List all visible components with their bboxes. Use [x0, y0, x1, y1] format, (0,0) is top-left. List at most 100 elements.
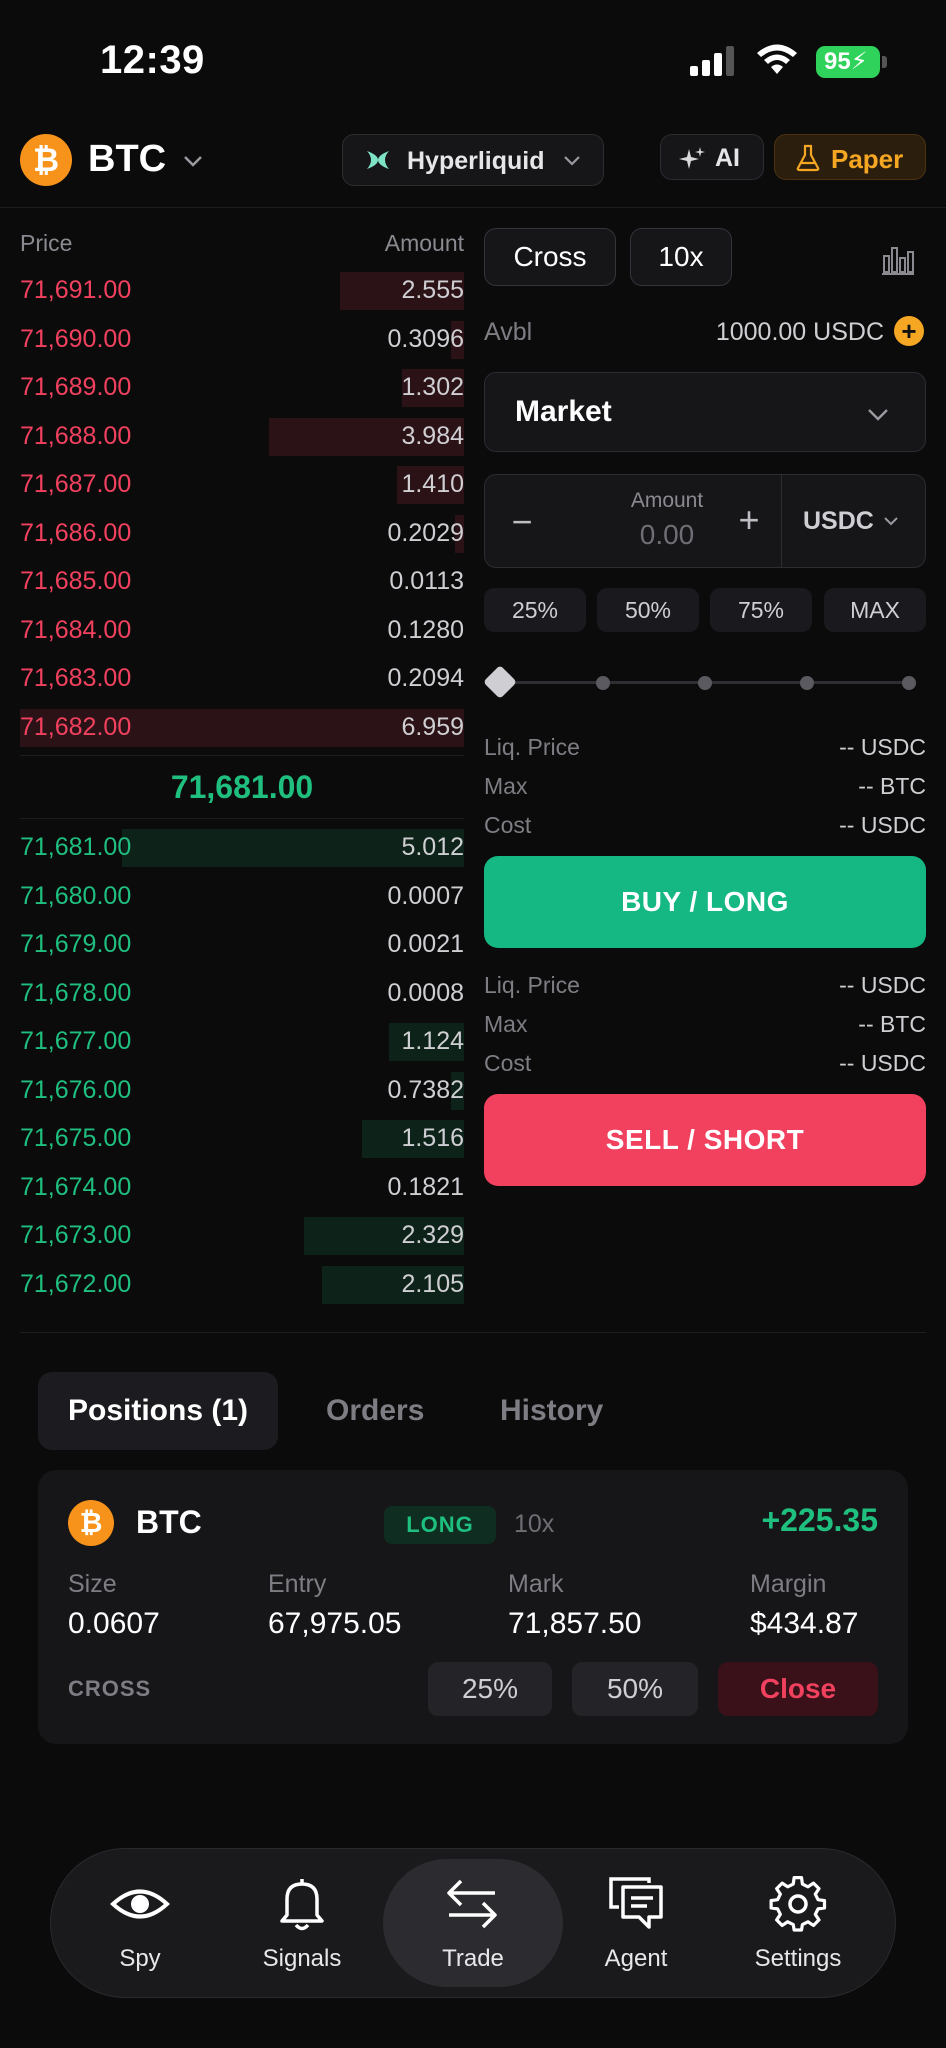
ask-row[interactable]: 71,683.00 0.2094 — [20, 654, 464, 703]
close-position-button[interactable]: Close — [718, 1662, 878, 1716]
position-symbol: BTC — [136, 1504, 202, 1540]
chat-icon — [609, 1877, 663, 1929]
chevron-down-icon — [564, 156, 580, 166]
bid-row[interactable]: 71,673.00 2.329 — [20, 1211, 464, 1260]
info-value: -- USDC — [839, 972, 926, 998]
ask-row[interactable]: 71,684.00 0.1280 — [20, 606, 464, 655]
order-price: 71,675.00 — [20, 1124, 132, 1152]
position-leverage: 10x — [514, 1510, 555, 1538]
bids-list: 71,681.00 5.012 71,680.00 0.0007 71,679.00 0.… — [20, 823, 464, 1308]
order-book: Price Amount 71,691.00 2.555 71,690.00 0.30… — [20, 222, 464, 1308]
nav-settings[interactable]: Settings — [723, 1849, 873, 1997]
ask-row[interactable]: 71,690.00 0.3096 — [20, 315, 464, 364]
order-type-select[interactable]: Market — [484, 372, 926, 452]
slider-step[interactable] — [800, 676, 814, 690]
bid-row[interactable]: 71,681.00 5.012 — [20, 823, 464, 872]
slider-step[interactable] — [902, 676, 916, 690]
amount-unit-selector[interactable]: USDC — [803, 507, 874, 536]
ask-row[interactable]: 71,687.00 1.410 — [20, 460, 464, 509]
chevron-down-icon[interactable] — [180, 148, 206, 174]
paper-trading-button[interactable]: Paper — [774, 134, 926, 180]
order-amount: 0.1821 — [387, 1172, 464, 1201]
ask-row[interactable]: 71,682.00 6.959 — [20, 703, 464, 752]
bottom-nav: Spy Signals Trade Agent Settings — [50, 1848, 896, 1998]
bid-row[interactable]: 71,678.00 0.0008 — [20, 969, 464, 1018]
ask-row[interactable]: 71,686.00 0.2029 — [20, 509, 464, 558]
close-25-button[interactable]: 25% — [428, 1662, 552, 1716]
nav-label: Signals — [262, 1945, 342, 1972]
tab-orders[interactable]: Orders — [326, 1372, 424, 1450]
sell-max-row: Max -- BTC — [484, 1005, 926, 1044]
bid-row[interactable]: 71,672.00 2.105 — [20, 1260, 464, 1309]
order-price: 71,676.00 — [20, 1075, 132, 1104]
asks-list: 71,691.00 2.555 71,690.00 0.3096 71,689.00 1.… — [20, 266, 464, 751]
buy-long-button[interactable]: BUY / LONG — [484, 856, 926, 948]
nav-agent[interactable]: Agent — [561, 1849, 711, 1997]
order-price: 71,691.00 — [20, 276, 132, 304]
bid-row[interactable]: 71,676.00 0.7382 — [20, 1066, 464, 1115]
order-amount: 1.410 — [401, 470, 464, 498]
ask-row[interactable]: 71,685.00 0.0113 — [20, 557, 464, 606]
slider-step[interactable] — [698, 676, 712, 690]
swap-icon — [447, 1879, 497, 1929]
decrease-amount-button[interactable]: − — [507, 501, 537, 542]
position-entry: Entry 67,975.05 — [268, 1570, 401, 1641]
nav-spy[interactable]: Spy — [65, 1849, 215, 1997]
bid-row[interactable]: 71,677.00 1.124 — [20, 1017, 464, 1066]
mid-price: 71,681.00 — [20, 755, 464, 819]
bid-row[interactable]: 71,679.00 0.0021 — [20, 920, 464, 969]
ask-row[interactable]: 71,691.00 2.555 — [20, 266, 464, 315]
deposit-plus-icon[interactable]: + — [894, 316, 924, 346]
bell-icon — [280, 1879, 324, 1931]
field-label: Size — [68, 1570, 117, 1598]
info-label: Cost — [484, 812, 532, 838]
order-price: 71,686.00 — [20, 518, 132, 547]
order-price: 71,684.00 — [20, 615, 132, 644]
mid-price-value: 71,681.00 — [170, 769, 314, 805]
nav-label: Settings — [754, 1945, 842, 1972]
percent-25-button[interactable]: 25% — [484, 588, 586, 632]
buy-info: Liq. Price -- USDC Max -- BTC Cost -- USDC — [484, 728, 926, 845]
position-margin-type: CROSS — [68, 1676, 152, 1701]
ask-row[interactable]: 71,689.00 1.302 — [20, 363, 464, 412]
info-label: Liq. Price — [484, 972, 580, 998]
chevron-down-icon[interactable] — [881, 511, 901, 531]
btc-logo-icon[interactable]: ₿ — [20, 134, 72, 186]
percent-75-button[interactable]: 75% — [710, 588, 812, 632]
close-50-button[interactable]: 50% — [572, 1662, 698, 1716]
eye-icon — [110, 1889, 170, 1919]
percent-buttons: 25% 50% 75% MAX — [484, 588, 926, 632]
leverage-button[interactable]: 10x — [630, 228, 732, 286]
position-margin: Margin $434.87 — [750, 1570, 858, 1641]
slider-step[interactable] — [596, 676, 610, 690]
sell-cost-row: Cost -- USDC — [484, 1044, 926, 1083]
nav-signals[interactable]: Signals — [227, 1849, 377, 1997]
margin-mode-button[interactable]: Cross — [484, 228, 616, 286]
bar-chart-icon[interactable] — [880, 240, 916, 276]
order-amount: 3.984 — [401, 421, 464, 450]
exchange-selector[interactable]: Hyperliquid — [342, 134, 604, 186]
info-value: -- USDC — [839, 812, 926, 838]
gear-icon — [769, 1875, 827, 1932]
flask-icon — [796, 144, 820, 172]
amount-slider[interactable] — [483, 664, 926, 700]
bid-row[interactable]: 71,680.00 0.0007 — [20, 872, 464, 921]
ask-row[interactable]: 71,688.00 3.984 — [20, 412, 464, 461]
battery-cap — [882, 56, 887, 68]
amount-input-group: − Amount 0.00 + USDC — [484, 474, 926, 568]
tab-positions[interactable]: Positions (1) — [38, 1372, 279, 1450]
coin-selector[interactable]: BTC — [88, 138, 166, 181]
ai-button[interactable]: AI — [660, 134, 764, 180]
nav-trade[interactable]: Trade — [383, 1859, 563, 1987]
btc-logo-icon: ₿ — [68, 1500, 114, 1546]
order-price: 71,683.00 — [20, 664, 132, 692]
percent-max-button[interactable]: MAX — [824, 588, 926, 632]
tab-history[interactable]: History — [500, 1372, 603, 1450]
bid-row[interactable]: 71,675.00 1.516 — [20, 1114, 464, 1163]
percent-50-button[interactable]: 50% — [597, 588, 699, 632]
sell-short-button[interactable]: SELL / SHORT — [484, 1094, 926, 1186]
order-price: 71,672.00 — [20, 1269, 132, 1298]
increase-amount-button[interactable]: + — [731, 499, 767, 540]
bid-row[interactable]: 71,674.00 0.1821 — [20, 1163, 464, 1212]
slider-handle[interactable] — [483, 665, 517, 699]
